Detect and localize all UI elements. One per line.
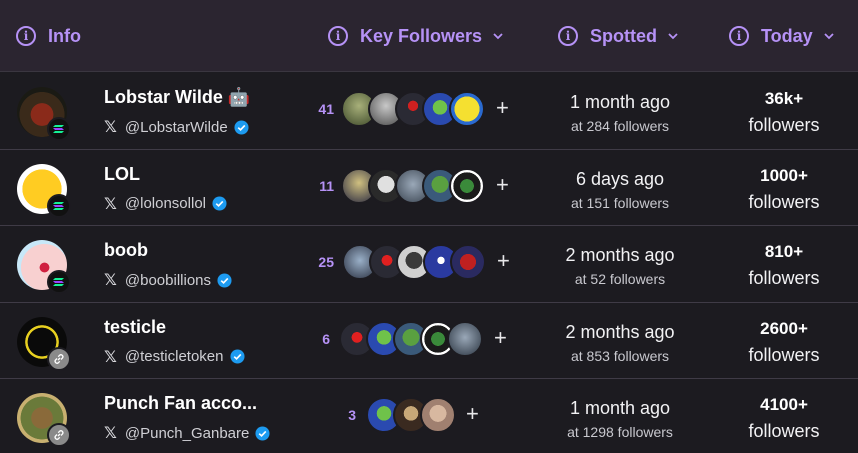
- account-handle: @testicletoken: [124, 348, 224, 366]
- spotted-at: at 853 followers: [570, 347, 670, 364]
- table-header: i Info i Key Followers i Spotted i Today: [0, 0, 858, 72]
- x-logo-icon: 𝕏: [104, 195, 117, 213]
- solana-icon: [47, 117, 71, 141]
- x-logo-icon: 𝕏: [104, 272, 117, 290]
- key-followers-avatars[interactable]: [341, 167, 485, 206]
- table-row[interactable]: testicle 𝕏 @testicletoken 6 + 2 months a…: [0, 302, 858, 380]
- spotted-ago: 1 month ago: [569, 398, 671, 419]
- follower-avatar[interactable]: [450, 244, 486, 281]
- today-count: 36k+: [764, 89, 804, 108]
- add-key-follower-button[interactable]: +: [466, 401, 479, 427]
- key-followers-avatars[interactable]: [341, 91, 485, 129]
- key-followers-column-header[interactable]: i Key Followers: [328, 0, 504, 72]
- today-header-label: Today: [761, 25, 813, 46]
- spotted-at: at 1298 followers: [567, 424, 673, 441]
- verified-icon: [255, 426, 270, 441]
- key-followers-avatars[interactable]: [342, 244, 486, 282]
- spotted-at: at 52 followers: [574, 271, 666, 288]
- info-header-label: Info: [48, 25, 81, 46]
- chevron-down-icon: [493, 33, 503, 40]
- info-icon: i: [558, 26, 578, 46]
- key-followers-count: 11: [319, 177, 334, 194]
- key-followers-count: 6: [322, 330, 330, 347]
- today-count: 4100+: [760, 395, 808, 415]
- x-logo-icon: 𝕏: [104, 348, 117, 366]
- account-handle: @LobstarWilde: [124, 118, 228, 136]
- solana-icon: [47, 193, 71, 218]
- add-key-follower-button[interactable]: +: [497, 248, 510, 274]
- today-count: 2600+: [760, 318, 808, 338]
- spotted-column-header[interactable]: i Spotted: [558, 0, 679, 72]
- solana-icon: [47, 270, 71, 295]
- today-label: followers: [748, 268, 820, 289]
- today-column-header[interactable]: i Today: [729, 0, 835, 72]
- spotted-ago: 1 month ago: [569, 92, 671, 112]
- table-row[interactable]: Punch Fan acco... 𝕏 @Punch_Ganbare 3 + 1…: [0, 379, 858, 453]
- accounts-table: Lobstar Wilde 🤖 𝕏 @LobstarWilde 41 + 1 m…: [0, 73, 858, 453]
- account-name[interactable]: testicle: [104, 317, 166, 338]
- info-icon: i: [328, 26, 348, 46]
- spotted-at: at 151 followers: [570, 194, 670, 211]
- key-followers-header-label: Key Followers: [360, 25, 483, 46]
- follower-avatar[interactable]: [449, 91, 485, 127]
- info-icon: i: [729, 26, 749, 46]
- account-name[interactable]: Lobstar Wilde 🤖: [104, 87, 250, 108]
- table-row[interactable]: boob 𝕏 @boobillions 25 + 2 months ago at…: [0, 226, 858, 303]
- add-key-follower-button[interactable]: +: [496, 172, 509, 198]
- spotted-ago: 2 months ago: [565, 245, 675, 266]
- account-handle-line[interactable]: 𝕏 @lolonsollol: [104, 194, 227, 214]
- chevron-down-icon: [668, 33, 678, 40]
- today-count: 810+: [764, 242, 804, 262]
- today-label: followers: [748, 421, 820, 442]
- account-handle: @lolonsollol: [124, 195, 206, 213]
- x-logo-icon: 𝕏: [104, 425, 117, 443]
- account-handle: @boobillions: [124, 271, 212, 289]
- key-followers-count: 3: [348, 407, 356, 424]
- today-count: 1000+: [760, 165, 808, 185]
- account-handle-line[interactable]: 𝕏 @testicletoken: [104, 347, 245, 367]
- spotted-ago: 2 months ago: [565, 321, 675, 342]
- key-followers-count: 41: [318, 101, 334, 117]
- table-row[interactable]: Lobstar Wilde 🤖 𝕏 @LobstarWilde 41 + 1 m…: [0, 73, 858, 150]
- follower-avatar[interactable]: [447, 320, 483, 357]
- today-label: followers: [748, 344, 820, 365]
- avatar[interactable]: [17, 393, 71, 448]
- verified-icon: [234, 119, 249, 135]
- follower-avatar[interactable]: [449, 167, 485, 204]
- account-name[interactable]: LOL: [104, 164, 140, 185]
- today-label: followers: [748, 115, 820, 135]
- key-followers-avatars[interactable]: [339, 320, 483, 359]
- account-handle-line[interactable]: 𝕏 @Punch_Ganbare: [104, 423, 270, 443]
- account-handle: @Punch_Ganbare: [124, 424, 250, 442]
- account-handle-line[interactable]: 𝕏 @boobillions: [104, 270, 232, 290]
- verified-icon: [229, 349, 245, 364]
- avatar[interactable]: [17, 240, 71, 295]
- add-key-follower-button[interactable]: +: [494, 325, 507, 351]
- spotted-at: at 284 followers: [570, 118, 670, 134]
- key-followers-avatars[interactable]: [366, 397, 456, 435]
- add-key-follower-button[interactable]: +: [496, 95, 509, 121]
- avatar[interactable]: [17, 316, 71, 371]
- spotted-ago: 6 days ago: [575, 168, 665, 189]
- verified-icon: [212, 196, 227, 211]
- avatar[interactable]: [17, 163, 71, 218]
- spotted-header-label: Spotted: [590, 25, 657, 46]
- account-name[interactable]: boob: [104, 240, 148, 261]
- today-label: followers: [748, 191, 820, 212]
- follower-avatar[interactable]: [420, 397, 456, 434]
- account-handle-line[interactable]: 𝕏 @LobstarWilde: [104, 117, 249, 137]
- info-icon: i: [16, 26, 36, 46]
- avatar[interactable]: [17, 87, 71, 141]
- x-logo-icon: 𝕏: [104, 119, 117, 136]
- link-icon: [47, 423, 71, 448]
- chevron-down-icon: [824, 33, 834, 40]
- link-icon: [47, 346, 71, 371]
- key-followers-count: 25: [318, 254, 334, 271]
- info-column-header[interactable]: i Info: [16, 0, 81, 72]
- table-row[interactable]: LOL 𝕏 @lolonsollol 11 + 6 days ago at 15…: [0, 149, 858, 227]
- account-name[interactable]: Punch Fan acco...: [104, 393, 257, 414]
- verified-icon: [217, 273, 232, 288]
